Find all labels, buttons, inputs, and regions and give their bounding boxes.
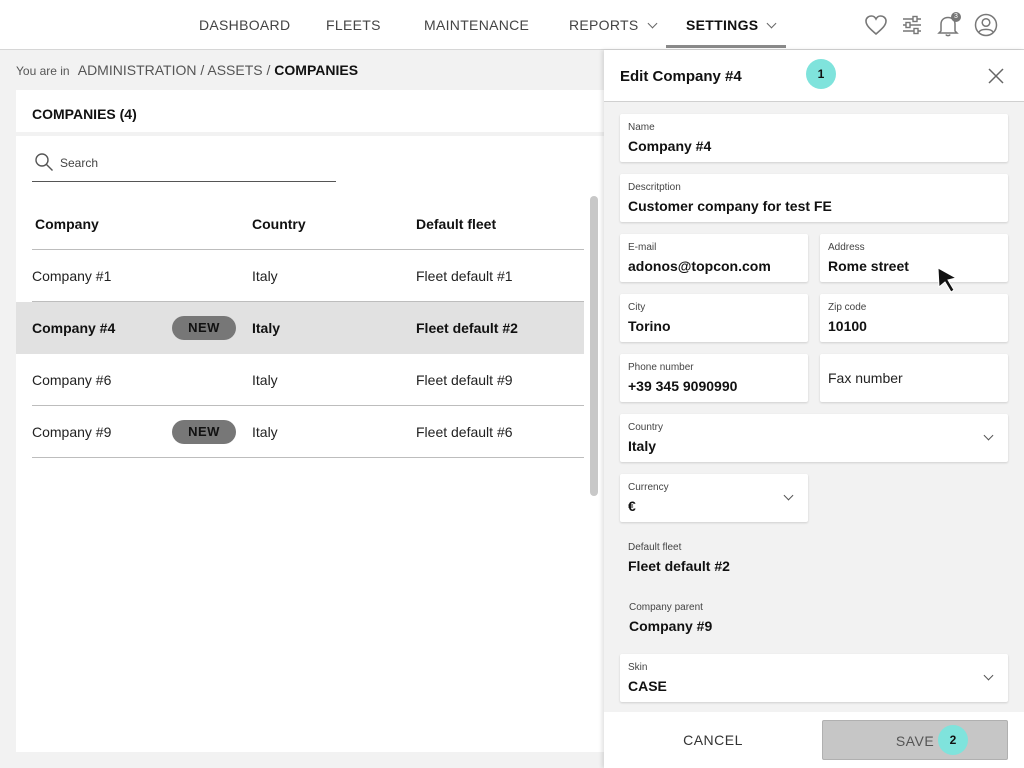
notification-badge: 3 xyxy=(951,12,961,22)
cell-country: Italy xyxy=(252,320,281,336)
skin-select[interactable]: Skin CASE xyxy=(620,654,1008,702)
search-box xyxy=(32,148,336,182)
breadcrumb-prefix: You are in xyxy=(16,64,70,78)
skin-value: CASE xyxy=(628,678,667,694)
column-header-country[interactable]: Country xyxy=(252,216,306,232)
table-row[interactable]: Company #9 NEW Italy Fleet default #6 xyxy=(16,406,584,458)
cell-default-fleet: Fleet default #6 xyxy=(416,424,513,440)
nav-reports[interactable]: REPORTS xyxy=(569,0,657,50)
city-label: City xyxy=(628,302,646,313)
companies-panel: COMPANIES (4) Company Country Default fl… xyxy=(16,90,604,752)
cell-company: Company #9 xyxy=(32,424,112,440)
country-value: Italy xyxy=(628,438,657,454)
nav-settings-label: SETTINGS xyxy=(686,17,759,33)
nav-settings[interactable]: SETTINGS xyxy=(686,0,777,50)
name-label: Name xyxy=(628,122,655,133)
name-field[interactable]: Name Company #4 xyxy=(620,114,1008,162)
zip-code-label: Zip code xyxy=(828,302,867,313)
default-fleet-info: Default fleet Fleet default #2 xyxy=(628,542,1008,578)
cell-company: Company #6 xyxy=(32,372,112,388)
description-field[interactable]: Descritption Customer company for test F… xyxy=(620,174,1008,222)
description-value: Customer company for test FE xyxy=(628,198,832,214)
chevron-down-icon xyxy=(783,490,794,501)
chevron-down-icon xyxy=(766,18,777,29)
cell-country: Italy xyxy=(252,424,278,440)
chevron-down-icon xyxy=(647,18,657,29)
address-field[interactable]: Address Rome street xyxy=(820,234,1008,282)
cell-company: Company #1 xyxy=(32,268,112,284)
country-label: Country xyxy=(628,422,664,433)
cancel-button[interactable]: CANCEL xyxy=(620,720,806,760)
search-input[interactable] xyxy=(60,152,330,174)
breadcrumb-current: COMPANIES xyxy=(274,62,359,78)
step-marker-1: 1 xyxy=(806,59,836,89)
cell-country: Italy xyxy=(252,268,278,284)
currency-label: Currency xyxy=(628,482,669,493)
table-row-selected[interactable]: Company #4 NEW Italy Fleet default #2 xyxy=(16,302,584,354)
email-field[interactable]: E-mail adonos@topcon.com xyxy=(620,234,808,282)
currency-select[interactable]: Currency € xyxy=(620,474,808,522)
column-header-default-fleet[interactable]: Default fleet xyxy=(416,216,496,232)
mouse-cursor-icon xyxy=(937,267,958,293)
skin-label: Skin xyxy=(628,662,648,673)
companies-title: COMPANIES (4) xyxy=(32,106,137,122)
fax-number-field[interactable]: Fax number xyxy=(820,354,1008,402)
breadcrumb-path[interactable]: ADMINISTRATION / ASSETS / xyxy=(78,62,271,78)
address-label: Address xyxy=(828,242,865,253)
email-label: E-mail xyxy=(628,242,657,253)
default-fleet-value: Fleet default #2 xyxy=(628,558,730,574)
nav-dashboard[interactable]: DASHBOARD xyxy=(199,0,290,50)
nav-fleets[interactable]: FLEETS xyxy=(326,0,381,50)
table-row[interactable]: Company #6 Italy Fleet default #9 xyxy=(16,354,584,406)
user-icon[interactable] xyxy=(973,12,999,38)
cell-company: Company #4 xyxy=(32,320,116,336)
nav-reports-label: REPORTS xyxy=(569,17,639,33)
phone-number-value: +39 345 9090990 xyxy=(628,378,738,394)
chevron-down-icon xyxy=(983,430,994,441)
drawer-title: Edit Company #4 xyxy=(620,68,742,85)
drawer-header: Edit Company #4 1 xyxy=(604,50,1024,102)
company-parent-value: Company #9 xyxy=(629,618,713,634)
row-divider xyxy=(32,457,584,458)
phone-number-label: Phone number xyxy=(628,362,694,373)
city-field[interactable]: City Torino xyxy=(620,294,808,342)
active-tab-indicator xyxy=(666,45,786,48)
cell-country: Italy xyxy=(252,372,278,388)
zip-code-field[interactable]: Zip code 10100 xyxy=(820,294,1008,342)
country-select[interactable]: Country Italy xyxy=(620,414,1008,462)
city-value: Torino xyxy=(628,318,671,334)
email-value: adonos@topcon.com xyxy=(628,258,771,274)
step-marker-2: 2 xyxy=(938,725,968,755)
edit-company-drawer: Edit Company #4 1 Name Company #4 Descri… xyxy=(604,50,1024,768)
column-header-company[interactable]: Company xyxy=(35,216,99,232)
new-badge: NEW xyxy=(172,420,236,444)
phone-number-field[interactable]: Phone number +39 345 9090990 xyxy=(620,354,808,402)
search-icon xyxy=(35,153,53,171)
sliders-icon[interactable] xyxy=(899,12,925,38)
table-row[interactable]: Company #1 Italy Fleet default #1 xyxy=(16,250,584,302)
list-scrollbar[interactable] xyxy=(590,196,598,496)
cell-default-fleet: Fleet default #9 xyxy=(416,372,513,388)
nav-maintenance[interactable]: MAINTENANCE xyxy=(424,0,529,50)
cell-default-fleet: Fleet default #2 xyxy=(416,320,518,336)
breadcrumb: You are in ADMINISTRATION / ASSETS / COM… xyxy=(16,62,358,78)
name-value: Company #4 xyxy=(628,138,712,154)
heart-icon[interactable] xyxy=(863,12,889,38)
fax-number-placeholder: Fax number xyxy=(828,370,903,386)
drawer-footer: CANCEL SAVE 2 xyxy=(604,712,1024,768)
new-badge: NEW xyxy=(172,316,236,340)
cell-default-fleet: Fleet default #1 xyxy=(416,268,513,284)
address-value: Rome street xyxy=(828,258,909,274)
close-icon[interactable] xyxy=(986,66,1006,86)
currency-value: € xyxy=(628,498,636,514)
default-fleet-label: Default fleet xyxy=(628,542,682,553)
company-parent-info: Company parent Company #9 xyxy=(629,602,1009,638)
save-button[interactable]: SAVE xyxy=(822,720,1008,760)
chevron-down-icon xyxy=(983,670,994,681)
company-parent-label: Company parent xyxy=(629,602,703,613)
description-label: Descritption xyxy=(628,182,681,193)
top-navigation: DASHBOARD FLEETS MAINTENANCE REPORTS SET… xyxy=(0,0,1024,50)
companies-header: COMPANIES (4) xyxy=(16,90,604,136)
zip-code-value: 10100 xyxy=(828,318,867,334)
